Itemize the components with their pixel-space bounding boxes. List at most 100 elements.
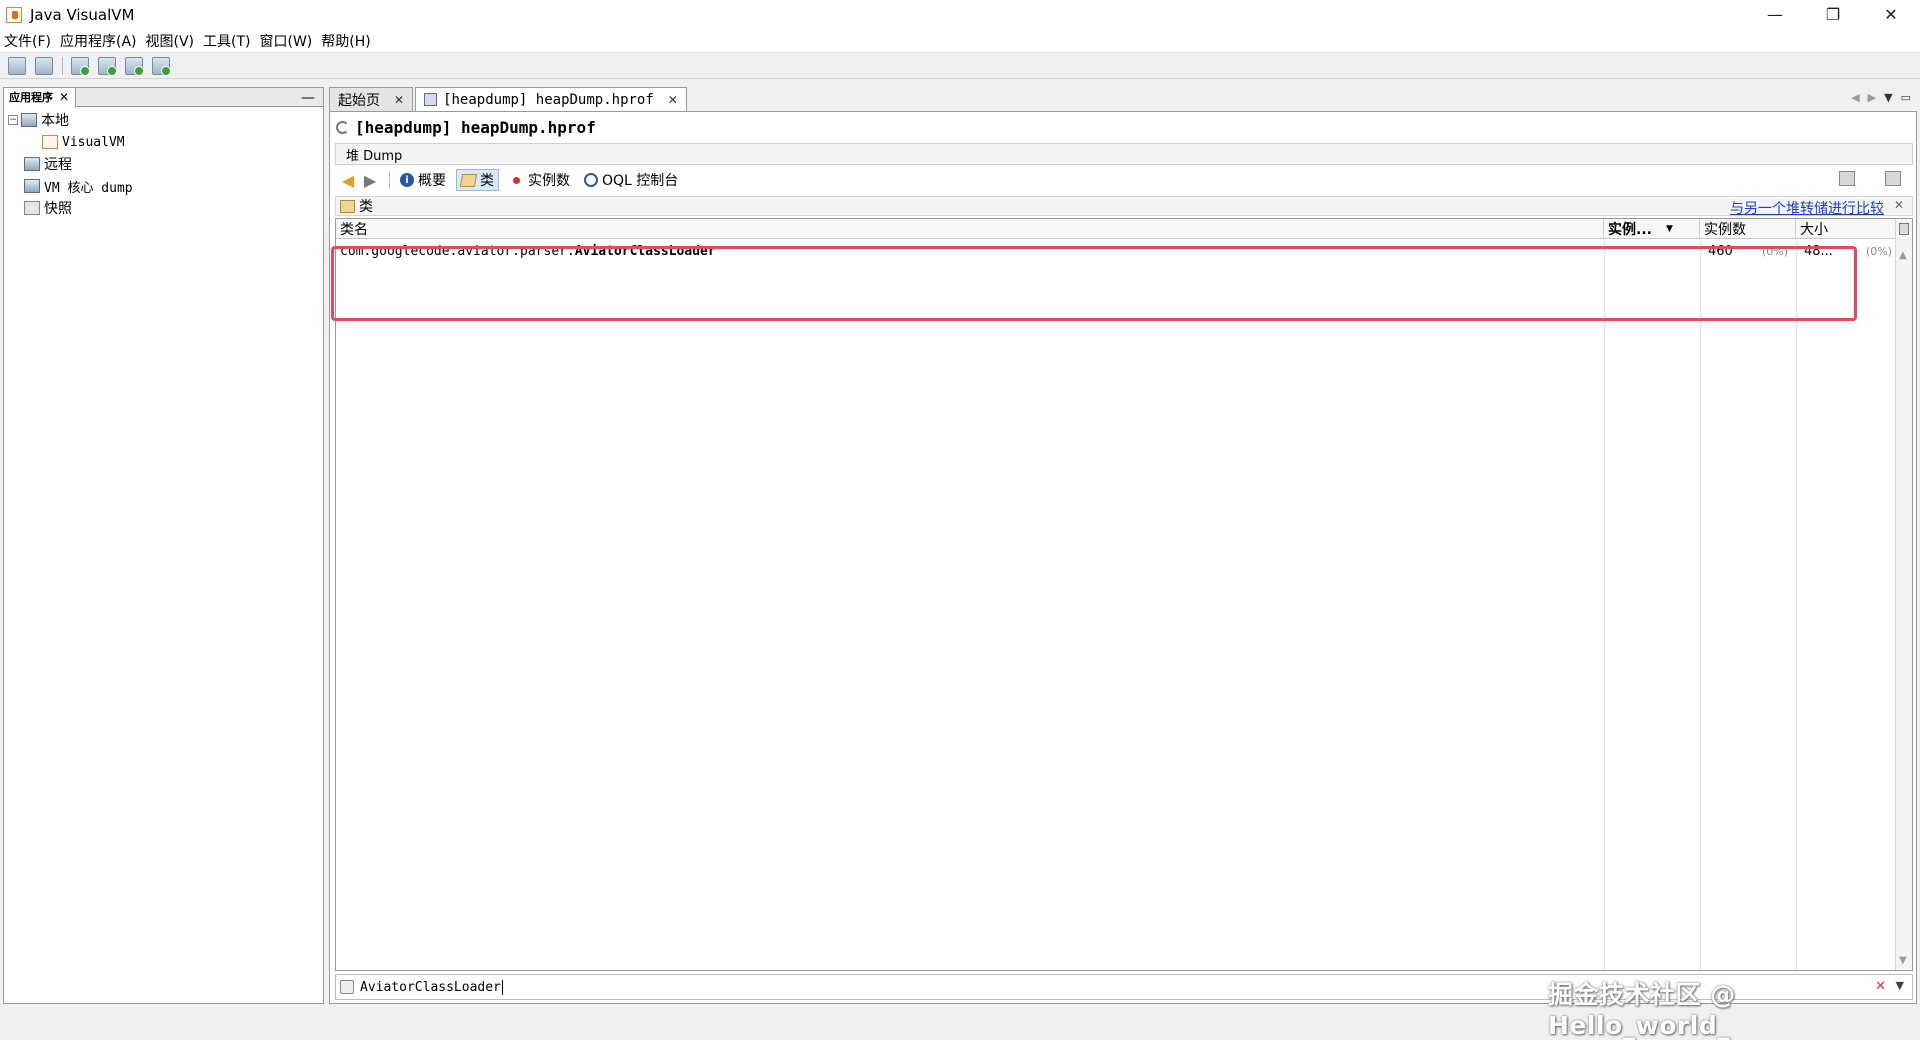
filter-input[interactable]: AviatorClassLoader (360, 979, 503, 995)
add-snapshot-icon[interactable] (152, 56, 171, 76)
tab-list-icon[interactable]: ▼ (1884, 91, 1892, 104)
table-row[interactable]: com.googlecode.aviator.parser. AviatorCla… (336, 241, 1896, 261)
menu-tools[interactable]: 工具(T) (199, 31, 254, 51)
applications-panel: 应用程序 ✕ — − 本地 VisualVM 远程 VM 核心 dump 快照 (3, 87, 324, 1004)
minimize-button[interactable]: — (1746, 0, 1804, 29)
summary-view-button[interactable]: i 概要 (396, 169, 450, 191)
instances-view-button[interactable]: 实例数 (505, 169, 574, 191)
class-package: com.googlecode.aviator.parser. (340, 243, 575, 259)
save-icon[interactable] (35, 56, 53, 75)
column-chooser-icon[interactable] (1899, 223, 1909, 235)
oql-console-button[interactable]: OQL 控制台 (580, 169, 682, 191)
instances-percent: (0%) (1762, 244, 1789, 258)
minimize-panel-icon[interactable]: — (301, 90, 315, 106)
add-jmx-connection-icon[interactable] (71, 56, 90, 76)
column-label: 大小 (1800, 222, 1828, 238)
table-header: 类名 实例... ▼ 实例数 大小 (336, 219, 1896, 239)
column-divider (1796, 239, 1797, 970)
applications-panel-header: 应用程序 ✕ — (4, 87, 323, 107)
column-instances-sort[interactable]: 实例... ▼ (1604, 219, 1700, 239)
table-vertical-scrollbar[interactable]: ▲ ▼ (1895, 219, 1912, 970)
close-icon[interactable]: ✕ (668, 93, 678, 107)
size-cell: 48... (1804, 241, 1833, 261)
tree-node-label: VM 核心 dump (44, 180, 133, 196)
column-class-name[interactable]: 类名 (336, 219, 1604, 239)
instances-percent-cell: (0%) (1762, 241, 1788, 261)
tree-node-label: 远程 (44, 157, 72, 173)
visualvm-app-icon (6, 6, 22, 23)
tree-node-visualvm[interactable]: VisualVM (4, 131, 323, 153)
applications-tab[interactable]: 应用程序 ✕ (4, 87, 77, 107)
heapdump-document: [heapdump] heapDump.hprof 堆 Dump ◀ ▶ i 概… (329, 111, 1917, 1004)
scroll-down-icon[interactable]: ▼ (1899, 955, 1907, 966)
tree-node-remote[interactable]: 远程 (4, 153, 323, 175)
back-arrow-icon[interactable]: ◀ (339, 171, 357, 190)
instances-label: 实例数 (528, 173, 570, 189)
document-area: 起始页 ✕ [heapdump] heapDump.hprof ✕ ◀ ▶ ▼ … (329, 87, 1917, 1004)
scroll-tabs-left-icon[interactable]: ◀ (1851, 91, 1859, 104)
tab-start-page[interactable]: 起始页 ✕ (329, 87, 414, 111)
load-snapshot-icon[interactable] (8, 56, 26, 75)
clear-filter-icon[interactable]: ✕ (1875, 979, 1886, 994)
classes-label: 类 (480, 173, 494, 189)
tree-node-label: 快照 (44, 201, 72, 217)
add-remote-host-icon[interactable] (98, 56, 117, 76)
filter-icon[interactable] (340, 980, 354, 994)
menu-file[interactable]: 文件(F) (0, 31, 55, 51)
collapse-icon[interactable]: − (8, 115, 18, 125)
view-separator (389, 171, 390, 189)
filter-dropdown-icon[interactable]: ▼ (1896, 979, 1904, 992)
maximize-icon[interactable]: ▭ (1901, 91, 1911, 104)
column-instances[interactable]: 实例数 (1700, 219, 1796, 239)
compare-heapdump-link[interactable]: 与另一个堆转储进行比较 (1730, 198, 1884, 218)
document-title-text: [heapdump] heapDump.hprof (355, 117, 596, 137)
export-icon[interactable] (1885, 171, 1901, 186)
menu-help[interactable]: 帮助(H) (317, 31, 374, 51)
applications-tree: − 本地 VisualVM 远程 VM 核心 dump 快照 (4, 107, 323, 219)
column-divider (1700, 239, 1701, 970)
class-filter-bar[interactable]: AviatorClassLoader ✕ ▼ (335, 974, 1913, 1000)
menu-view[interactable]: 视图(V) (142, 31, 199, 51)
scroll-up-icon[interactable]: ▲ (1899, 250, 1907, 261)
restore-button[interactable]: ❐ (1804, 0, 1862, 29)
column-label: 实例... (1608, 222, 1652, 238)
close-icon[interactable]: ✕ (59, 90, 69, 104)
class-simple-name: AviatorClassLoader (574, 243, 716, 259)
close-window-button[interactable]: ✕ (1862, 0, 1920, 29)
close-icon[interactable]: ✕ (1894, 198, 1904, 212)
size-percent-cell: (0%) (1866, 241, 1892, 261)
forward-arrow-icon[interactable]: ▶ (361, 171, 379, 190)
add-vm-coredump-icon[interactable] (125, 56, 144, 76)
menu-application[interactable]: 应用程序(A) (56, 31, 141, 51)
computer-icon (21, 113, 37, 127)
save-heapdump-icon[interactable] (1839, 171, 1855, 186)
tree-node-snapshots[interactable]: 快照 (4, 197, 323, 219)
instance-icon (513, 176, 520, 184)
classes-view-button[interactable]: 类 (456, 169, 499, 191)
info-icon: i (400, 173, 414, 187)
subtab-label: 堆 Dump (346, 148, 403, 164)
title-bar: Java VisualVM — ❐ ✕ (0, 0, 1920, 29)
classes-section-header: 类 与另一个堆转储进行比较 ✕ (335, 196, 1913, 218)
tab-heapdump[interactable]: [heapdump] heapDump.hprof ✕ (415, 87, 687, 111)
document-title: [heapdump] heapDump.hprof (336, 116, 596, 138)
tree-node-local[interactable]: − 本地 (4, 109, 323, 131)
size-value: 48... (1804, 243, 1833, 259)
window-title: Java VisualVM (30, 5, 135, 24)
classes-icon (340, 199, 355, 213)
tree-node-vm-coredump[interactable]: VM 核心 dump (4, 175, 323, 197)
sort-descending-icon: ▼ (1665, 224, 1673, 234)
classes-icon (459, 173, 478, 187)
main-toolbar (0, 53, 1920, 79)
instances-value: 460 (1708, 243, 1733, 259)
visualvm-icon (42, 135, 58, 149)
heap-dump-subtab[interactable]: 堆 Dump (335, 143, 1913, 165)
close-icon[interactable]: ✕ (394, 93, 404, 107)
toolbar-separator (62, 56, 63, 75)
menu-window[interactable]: 窗口(W) (256, 31, 317, 51)
tab-controls: ◀ ▶ ▼ ▭ (1851, 91, 1911, 104)
loading-icon (336, 120, 349, 134)
column-size[interactable]: 大小 (1796, 219, 1896, 239)
menu-bar: 文件(F) 应用程序(A) 视图(V) 工具(T) 窗口(W) 帮助(H) (0, 29, 1920, 53)
scroll-tabs-right-icon[interactable]: ▶ (1868, 91, 1876, 104)
